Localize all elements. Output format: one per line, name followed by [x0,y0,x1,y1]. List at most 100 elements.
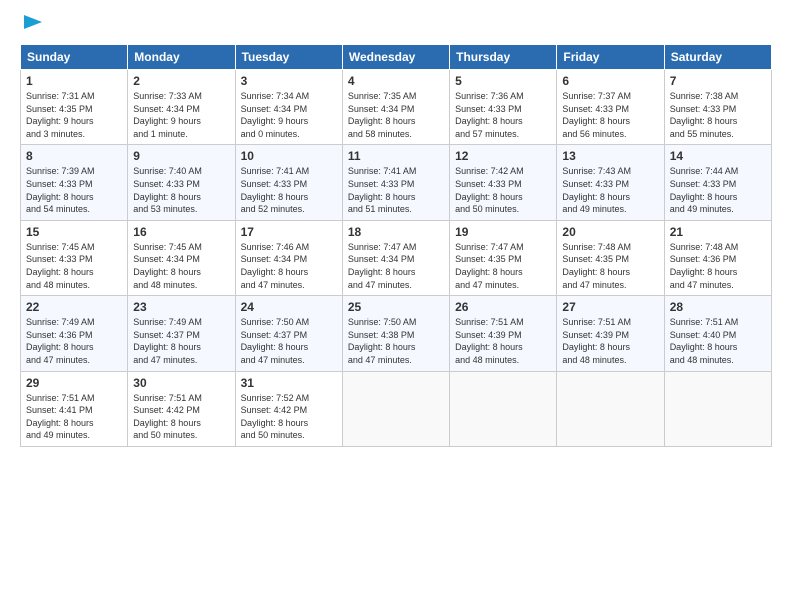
day-cell: 24Sunrise: 7:50 AM Sunset: 4:37 PM Dayli… [235,296,342,371]
day-info: Sunrise: 7:46 AM Sunset: 4:34 PM Dayligh… [241,241,337,291]
day-number: 28 [670,300,766,314]
day-number: 12 [455,149,551,163]
day-info: Sunrise: 7:49 AM Sunset: 4:37 PM Dayligh… [133,316,229,366]
day-info: Sunrise: 7:36 AM Sunset: 4:33 PM Dayligh… [455,90,551,140]
week-row-2: 8 Sunrise: 7:39 AM Sunset: 4:33 PM Daylig… [21,145,772,220]
header [20,16,772,36]
day-info: Sunrise: 7:34 AM Sunset: 4:34 PM Dayligh… [241,90,337,140]
day-cell: 3 Sunrise: 7:34 AM Sunset: 4:34 PM Daylig… [235,70,342,145]
day-cell [342,371,449,446]
day-cell: 22 Sunrise: 7:49 AM Sunset: 4:36 PM Dayli… [21,296,128,371]
day-cell: 23 Sunrise: 7:49 AM Sunset: 4:37 PM Dayli… [128,296,235,371]
day-number: 9 [133,149,229,163]
day-number: 16 [133,225,229,239]
day-number: 15 [26,225,122,239]
day-cell: 10 Sunrise: 7:41 AM Sunset: 4:33 PM Dayli… [235,145,342,220]
day-number: 23 [133,300,229,314]
day-cell: 13 Sunrise: 7:43 AM Sunset: 4:33 PM Dayli… [557,145,664,220]
day-info: Sunrise: 7:41 AM Sunset: 4:33 PM Dayligh… [348,165,444,215]
logo [20,16,44,36]
day-cell: 11 Sunrise: 7:41 AM Sunset: 4:33 PM Dayli… [342,145,449,220]
day-info: Sunrise: 7:51 AM Sunset: 4:39 PM Dayligh… [562,316,658,366]
day-cell: 25Sunrise: 7:50 AM Sunset: 4:38 PM Dayli… [342,296,449,371]
page: SundayMondayTuesdayWednesdayThursdayFrid… [0,0,792,457]
day-info: Sunrise: 7:38 AM Sunset: 4:33 PM Dayligh… [670,90,766,140]
day-cell: 2Sunrise: 7:33 AM Sunset: 4:34 PM Daylig… [128,70,235,145]
day-number: 7 [670,74,766,88]
week-row-5: 29 Sunrise: 7:51 AM Sunset: 4:41 PM Dayli… [21,371,772,446]
day-cell: 12 Sunrise: 7:42 AM Sunset: 4:33 PM Dayli… [450,145,557,220]
day-info: Sunrise: 7:41 AM Sunset: 4:33 PM Dayligh… [241,165,337,215]
day-cell: 26Sunrise: 7:51 AM Sunset: 4:39 PM Dayli… [450,296,557,371]
day-number: 29 [26,376,122,390]
header-cell-sunday: Sunday [21,45,128,70]
day-number: 10 [241,149,337,163]
day-number: 24 [241,300,337,314]
day-cell: 29 Sunrise: 7:51 AM Sunset: 4:41 PM Dayli… [21,371,128,446]
day-number: 1 [26,74,122,88]
day-info: Sunrise: 7:49 AM Sunset: 4:36 PM Dayligh… [26,316,122,366]
day-number: 2 [133,74,229,88]
day-number: 5 [455,74,551,88]
day-cell [557,371,664,446]
week-row-3: 15Sunrise: 7:45 AM Sunset: 4:33 PM Dayli… [21,220,772,295]
week-row-1: 1 Sunrise: 7:31 AM Sunset: 4:35 PM Daylig… [21,70,772,145]
header-cell-monday: Monday [128,45,235,70]
day-number: 26 [455,300,551,314]
day-cell: 9 Sunrise: 7:40 AM Sunset: 4:33 PM Daylig… [128,145,235,220]
header-cell-saturday: Saturday [664,45,771,70]
day-number: 30 [133,376,229,390]
day-info: Sunrise: 7:35 AM Sunset: 4:34 PM Dayligh… [348,90,444,140]
day-info: Sunrise: 7:37 AM Sunset: 4:33 PM Dayligh… [562,90,658,140]
day-info: Sunrise: 7:44 AM Sunset: 4:33 PM Dayligh… [670,165,766,215]
day-number: 8 [26,149,122,163]
day-cell: 8 Sunrise: 7:39 AM Sunset: 4:33 PM Daylig… [21,145,128,220]
day-cell: 17 Sunrise: 7:46 AM Sunset: 4:34 PM Dayli… [235,220,342,295]
day-info: Sunrise: 7:48 AM Sunset: 4:36 PM Dayligh… [670,241,766,291]
header-cell-wednesday: Wednesday [342,45,449,70]
day-number: 19 [455,225,551,239]
day-cell: 6 Sunrise: 7:37 AM Sunset: 4:33 PM Daylig… [557,70,664,145]
day-cell: 14 Sunrise: 7:44 AM Sunset: 4:33 PM Dayli… [664,145,771,220]
day-cell: 20Sunrise: 7:48 AM Sunset: 4:35 PM Dayli… [557,220,664,295]
day-info: Sunrise: 7:51 AM Sunset: 4:41 PM Dayligh… [26,392,122,442]
day-cell: 31 Sunrise: 7:52 AM Sunset: 4:42 PM Dayli… [235,371,342,446]
day-number: 14 [670,149,766,163]
day-number: 11 [348,149,444,163]
day-cell: 5 Sunrise: 7:36 AM Sunset: 4:33 PM Daylig… [450,70,557,145]
day-cell: 7 Sunrise: 7:38 AM Sunset: 4:33 PM Daylig… [664,70,771,145]
day-cell: 28 Sunrise: 7:51 AM Sunset: 4:40 PM Dayli… [664,296,771,371]
day-info: Sunrise: 7:51 AM Sunset: 4:40 PM Dayligh… [670,316,766,366]
day-number: 25 [348,300,444,314]
day-cell: 4 Sunrise: 7:35 AM Sunset: 4:34 PM Daylig… [342,70,449,145]
day-info: Sunrise: 7:40 AM Sunset: 4:33 PM Dayligh… [133,165,229,215]
day-info: Sunrise: 7:42 AM Sunset: 4:33 PM Dayligh… [455,165,551,215]
day-info: Sunrise: 7:47 AM Sunset: 4:34 PM Dayligh… [348,241,444,291]
day-number: 13 [562,149,658,163]
day-info: Sunrise: 7:39 AM Sunset: 4:33 PM Dayligh… [26,165,122,215]
day-number: 21 [670,225,766,239]
day-cell: 30Sunrise: 7:51 AM Sunset: 4:42 PM Dayli… [128,371,235,446]
day-info: Sunrise: 7:43 AM Sunset: 4:33 PM Dayligh… [562,165,658,215]
day-info: Sunrise: 7:45 AM Sunset: 4:34 PM Dayligh… [133,241,229,291]
day-number: 6 [562,74,658,88]
header-cell-tuesday: Tuesday [235,45,342,70]
day-number: 17 [241,225,337,239]
day-cell: 27 Sunrise: 7:51 AM Sunset: 4:39 PM Dayli… [557,296,664,371]
header-cell-thursday: Thursday [450,45,557,70]
day-number: 18 [348,225,444,239]
day-number: 22 [26,300,122,314]
day-cell: 15Sunrise: 7:45 AM Sunset: 4:33 PM Dayli… [21,220,128,295]
day-number: 27 [562,300,658,314]
day-info: Sunrise: 7:52 AM Sunset: 4:42 PM Dayligh… [241,392,337,442]
day-info: Sunrise: 7:31 AM Sunset: 4:35 PM Dayligh… [26,90,122,140]
day-number: 31 [241,376,337,390]
day-number: 4 [348,74,444,88]
calendar-header-row: SundayMondayTuesdayWednesdayThursdayFrid… [21,45,772,70]
calendar-body: 1 Sunrise: 7:31 AM Sunset: 4:35 PM Daylig… [21,70,772,447]
logo-arrow-icon [22,11,44,33]
day-info: Sunrise: 7:48 AM Sunset: 4:35 PM Dayligh… [562,241,658,291]
day-cell: 16 Sunrise: 7:45 AM Sunset: 4:34 PM Dayli… [128,220,235,295]
day-info: Sunrise: 7:47 AM Sunset: 4:35 PM Dayligh… [455,241,551,291]
day-number: 3 [241,74,337,88]
